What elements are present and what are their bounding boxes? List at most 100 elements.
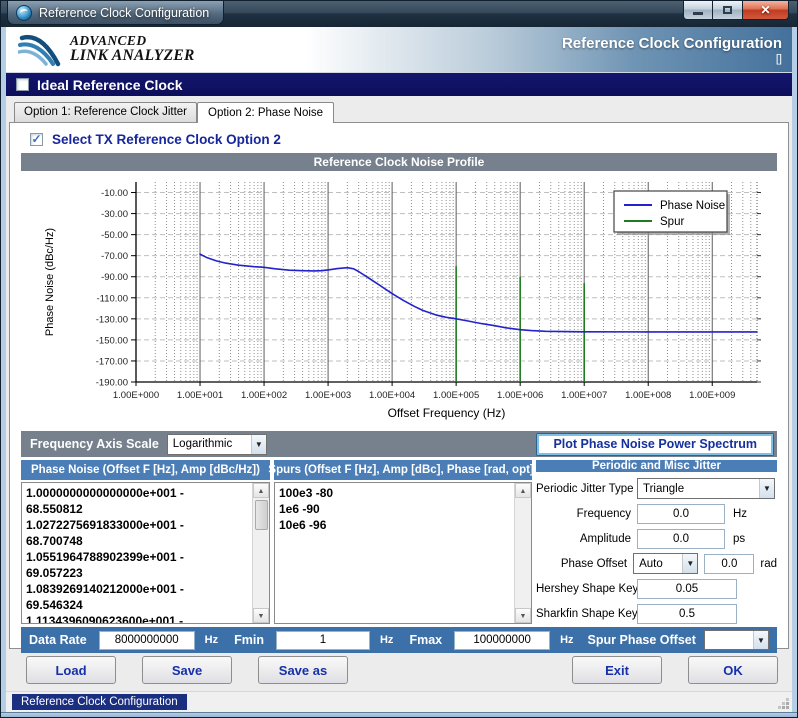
scrollbar-thumb[interactable] [255,500,268,530]
data-rate-field[interactable] [99,631,195,650]
maximize-button[interactable] [713,1,743,20]
svg-text:-50.00: -50.00 [101,230,128,241]
frequency-axis-scale-bar: Frequency Axis Scale Logarithmic ▼ Plot … [21,431,777,457]
spur-phase-offset-label: Spur Phase Offset [588,633,696,647]
spurs-list-text: 100e3 -801e6 -9010e6 -96 [275,483,514,623]
svg-text:-70.00: -70.00 [101,251,128,262]
spurs-panel-header: Spurs (Offset F [Hz], Amp [dBc], Phase [… [274,460,532,480]
svg-text:-150.00: -150.00 [96,335,128,346]
frequency-axis-scale-label: Frequency Axis Scale [30,437,159,451]
ideal-reference-clock-bar: Ideal Reference Clock [6,73,792,96]
frequency-axis-scale-value: Logarithmic [168,438,251,450]
phase-offset-field[interactable] [704,554,754,574]
tab-option1-reference-clock-jitter[interactable]: Option 1: Reference Clock Jitter [14,102,197,122]
svg-text:Offset Frequency (Hz): Offset Frequency (Hz) [388,406,506,420]
resize-grip[interactable] [786,706,789,709]
ideal-reference-clock-label: Ideal Reference Clock [37,77,183,93]
fmin-field[interactable] [276,631,370,650]
chart-canvas: -10.00-30.00-50.00-70.00-90.00-110.00-13… [21,171,777,429]
close-button[interactable]: ✕ [743,1,789,20]
list-line: 10e6 -96 [279,517,510,533]
svg-text:1.00E+001: 1.00E+001 [177,390,223,401]
status-badge: Reference Clock Configuration [12,694,187,710]
list-line: 1e6 -90 [279,501,510,517]
scroll-down-icon[interactable]: ▼ [253,608,269,623]
spur-phase-offset-value: Auto [705,634,753,646]
maximize-icon [723,6,732,14]
frequency-label: Frequency [536,508,631,520]
fmin-label: Fmin [234,633,264,647]
plot-phase-noise-power-spectrum-button[interactable]: Plot Phase Noise Power Spectrum [536,433,774,456]
frequency-axis-scale-select[interactable]: Logarithmic ▼ [167,434,267,455]
brand-line2: LINK ANALYZER [70,48,195,64]
svg-text:1.00E+002: 1.00E+002 [241,390,287,401]
frequency-unit: Hz [733,508,747,520]
chevron-down-icon: ▼ [759,479,774,498]
data-rate-bar: Data Rate Hz Fmin Hz Fmax Hz Spur Phase … [21,627,777,653]
sharkfin-shape-key-label: Sharkfin Shape Key [536,608,631,620]
svg-text:1.00E+004: 1.00E+004 [369,390,415,401]
svg-text:1.00E+008: 1.00E+008 [625,390,671,401]
svg-text:1.00E+007: 1.00E+007 [561,390,607,401]
list-line: 69.057223 [26,565,248,581]
svg-text:1.00E+006: 1.00E+006 [497,390,543,401]
title-bar[interactable]: Reference Clock Configuration ✕ [1,1,797,27]
fmax-unit: Hz [560,634,573,646]
page-title: Reference Clock Configuration [562,35,782,52]
exit-button[interactable]: Exit [572,656,662,684]
periodic-misc-jitter-form: Periodic Jitter Type Triangle ▼ Frequenc… [536,474,777,628]
fmin-unit: Hz [380,634,393,646]
svg-text:-130.00: -130.00 [96,314,128,325]
spurs-scrollbar[interactable]: ▲ ▼ [514,483,531,623]
status-bar: Reference Clock Configuration [6,691,792,712]
svg-text:-110.00: -110.00 [96,293,128,304]
app-header: ADVANCED LINK ANALYZER Reference Clock C… [6,27,792,73]
amplitude-label: Amplitude [536,533,631,545]
phase-noise-list-text: 1.0000000000000000e+001 -68.5508121.0272… [22,483,252,623]
frequency-field[interactable] [637,504,725,524]
periodic-jitter-type-select[interactable]: Triangle ▼ [637,478,775,499]
list-line: 1.0839269140212000e+001 - [26,581,248,597]
ok-button[interactable]: OK [688,656,778,684]
load-button[interactable]: Load [26,656,116,684]
minimize-button[interactable] [683,1,713,20]
brand-logo: ADVANCED LINK ANALYZER [18,33,195,67]
brand-logo-icon [18,33,62,67]
scroll-up-icon[interactable]: ▲ [253,483,269,498]
list-line: 100e3 -80 [279,485,510,501]
select-tx-reference-clock-checkbox[interactable]: ✓ [30,133,43,146]
noise-profile-title-bar: Reference Clock Noise Profile [21,153,777,171]
svg-text:1.00E+009: 1.00E+009 [689,390,735,401]
fmax-field[interactable] [454,631,550,650]
amplitude-field[interactable] [637,529,725,549]
phase-offset-label: Phase Offset [536,558,627,570]
list-line: 68.550812 [26,501,248,517]
scroll-down-icon[interactable]: ▼ [515,608,531,623]
phase-noise-tab-panel: ✓ Select TX Reference Clock Option 2 Ref… [9,122,789,649]
phase-offset-unit: rad [760,558,777,570]
svg-text:Spur: Spur [660,216,684,228]
scroll-up-icon[interactable]: ▲ [515,483,531,498]
tab-option2-phase-noise[interactable]: Option 2: Phase Noise [197,102,334,123]
save-as-button[interactable]: Save as [258,656,348,684]
chevron-down-icon: ▼ [682,554,697,573]
spurs-list[interactable]: 100e3 -801e6 -9010e6 -96 ▲ ▼ [274,482,532,624]
hershey-shape-key-field[interactable] [637,579,737,599]
spur-phase-offset-select[interactable]: Auto ▼ [704,630,769,650]
phase-offset-mode-select[interactable]: Auto ▼ [633,553,698,574]
svg-text:Phase Noise (dBc/Hz): Phase Noise (dBc/Hz) [44,228,56,336]
list-line: 69.546324 [26,597,248,613]
fmax-label: Fmax [409,633,442,647]
svg-text:1.00E+000: 1.00E+000 [113,390,159,401]
phase-noise-scrollbar[interactable]: ▲ ▼ [252,483,269,623]
ideal-reference-clock-checkbox[interactable] [16,78,29,91]
phase-noise-list[interactable]: 1.0000000000000000e+001 -68.5508121.0272… [21,482,270,624]
svg-text:-10.00: -10.00 [101,188,128,199]
svg-text:-190.00: -190.00 [96,378,128,389]
sharkfin-shape-key-field[interactable] [637,604,737,624]
svg-text:-170.00: -170.00 [96,356,128,367]
amplitude-unit: ps [733,533,745,545]
save-button[interactable]: Save [142,656,232,684]
phase-noise-chart: -10.00-30.00-50.00-70.00-90.00-110.00-13… [21,171,777,429]
tab-strip: Option 1: Reference Clock Jitter Option … [6,96,792,122]
